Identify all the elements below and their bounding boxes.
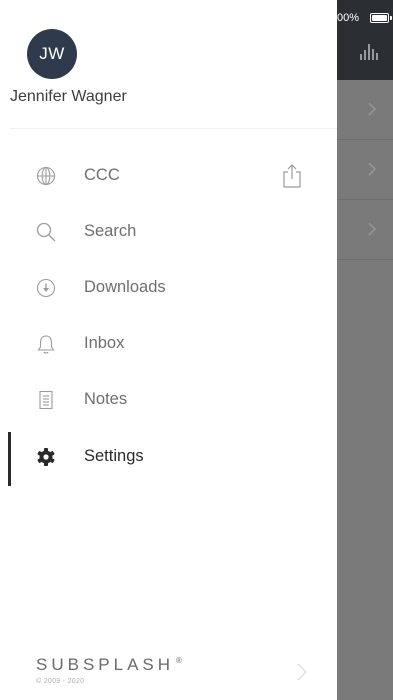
download-icon [36, 278, 56, 298]
subsplash-logo[interactable]: SUBSPLASH ® [36, 655, 182, 675]
chevron-right-icon [368, 102, 376, 116]
underlying-top-bar: 00% [337, 0, 393, 80]
chevron-right-icon [368, 162, 376, 176]
menu-item-label: Inbox [84, 334, 125, 352]
underlying-row[interactable] [337, 80, 393, 140]
bell-icon [37, 335, 55, 354]
underlying-row[interactable] [337, 200, 393, 260]
battery-tip [390, 16, 392, 20]
share-icon[interactable] [280, 163, 304, 189]
brand-trademark: ® [176, 656, 182, 666]
chevron-right-icon[interactable] [296, 662, 308, 682]
battery-icon [370, 13, 389, 23]
menu-item-label: Notes [84, 390, 128, 408]
audio-bars-icon[interactable] [359, 44, 381, 60]
globe-icon [36, 166, 56, 186]
chevron-right-icon [368, 222, 376, 236]
search-icon [36, 222, 56, 242]
divider [10, 128, 337, 129]
notes-icon [39, 390, 53, 410]
menu-item-inbox[interactable]: Inbox [0, 319, 337, 369]
brand-text: SUBSPLASH [36, 655, 175, 674]
menu-item-label: Downloads [84, 278, 166, 296]
menu-item-search[interactable]: Search [0, 207, 337, 257]
navigation-drawer: JW Jennifer Wagner CCC Search Downloads … [0, 0, 337, 700]
user-name[interactable]: Jennifer Wagner [10, 88, 127, 106]
copyright-text: © 2009 - 2020 [36, 678, 85, 685]
menu-item-label: Search [84, 222, 137, 240]
battery-percentage: 00% [337, 12, 360, 24]
menu-item-notes[interactable]: Notes [0, 375, 337, 425]
menu-item-downloads[interactable]: Downloads [0, 263, 337, 313]
gear-icon [37, 448, 55, 466]
avatar[interactable]: JW [27, 29, 77, 79]
menu-item-label: Settings [84, 447, 144, 465]
menu-item-settings[interactable]: Settings [0, 432, 337, 482]
underlying-row[interactable] [337, 140, 393, 200]
menu-item-label: CCC [84, 166, 120, 184]
avatar-initials: JW [39, 44, 65, 63]
underlying-page[interactable]: 00% [337, 0, 393, 700]
